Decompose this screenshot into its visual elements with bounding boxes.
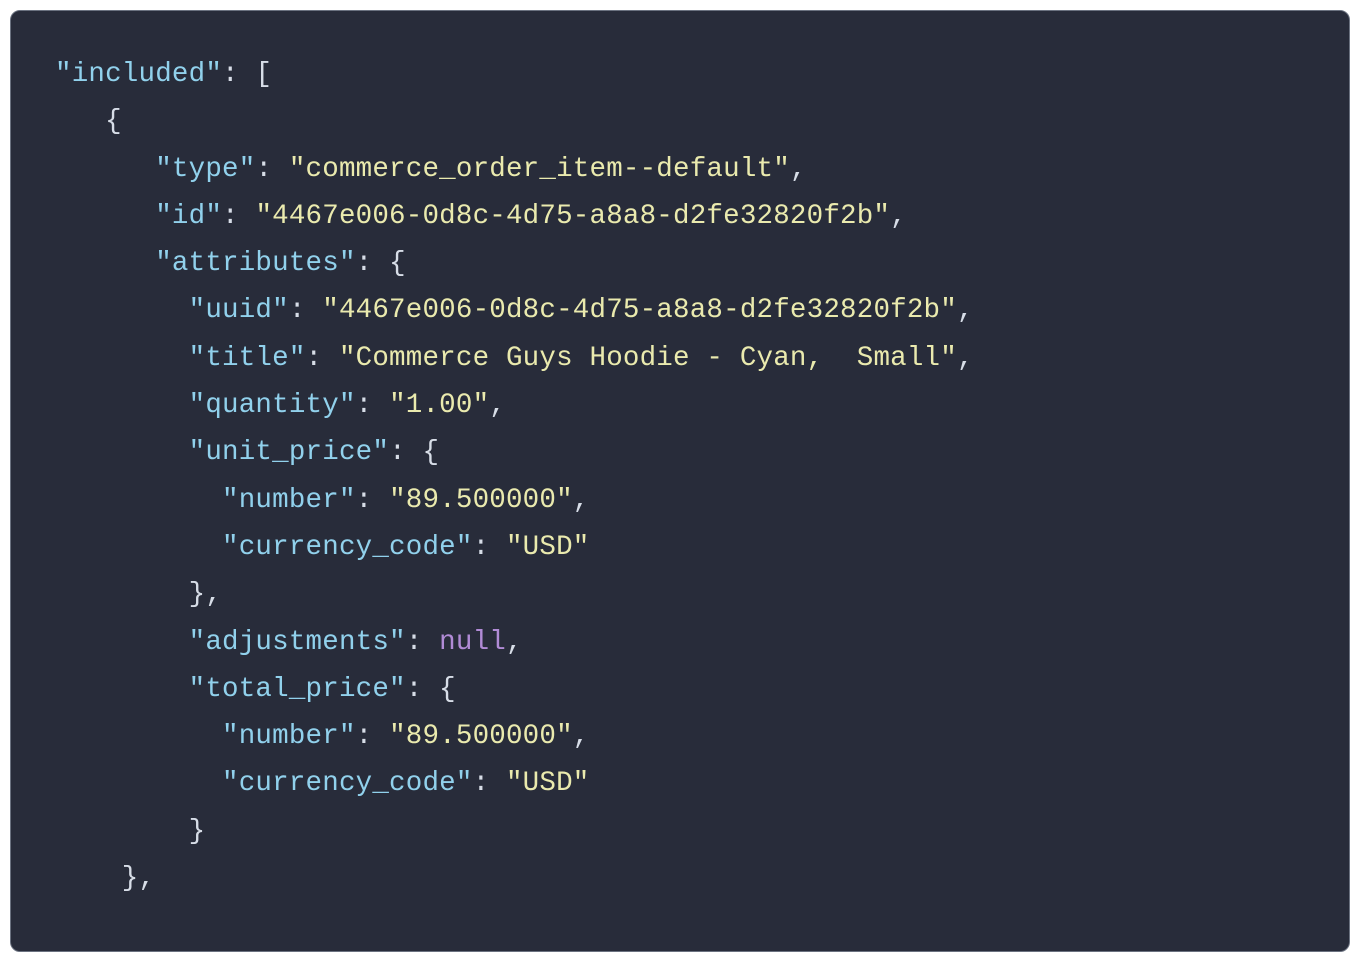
token-key: "title" [189,343,306,374]
token-key: "currency_code" [222,532,473,563]
token-punc: { [422,437,439,468]
token-str: "Commerce Guys Hoodie - Cyan, Small" [339,343,957,374]
token-colon: : [356,721,389,752]
token-colon: : [473,768,506,799]
token-punc: , [489,390,506,421]
token-str: "USD" [506,768,590,799]
token-colon: : [406,674,439,705]
token-key: "type" [155,154,255,185]
token-key: "total_price" [189,674,406,705]
token-punc: [ [255,59,272,90]
token-key: "included" [55,59,222,90]
token-punc: }, [55,863,155,894]
token-punc [55,154,155,185]
token-punc: , [957,343,974,374]
json-code-block[interactable]: "included": [ { "type": "commerce_order_… [55,51,1321,902]
token-colon: : [306,343,339,374]
token-str: "commerce_order_item--default" [289,154,790,185]
token-colon: : [389,437,422,468]
token-key: "currency_code" [222,768,473,799]
token-colon: : [356,390,389,421]
token-punc [55,674,189,705]
token-punc [55,390,189,421]
token-punc [55,768,222,799]
token-str: "USD" [506,532,590,563]
token-punc: }, [55,579,222,610]
token-punc: { [55,106,122,137]
token-punc [55,532,222,563]
token-punc: , [573,721,590,752]
token-punc: , [506,627,523,658]
token-colon: : [406,627,439,658]
token-punc [55,627,189,658]
token-punc [55,721,222,752]
token-punc [55,248,155,279]
token-punc [55,485,222,516]
token-str: "89.500000" [389,485,573,516]
token-punc: { [389,248,406,279]
token-punc: { [439,674,456,705]
token-punc [55,201,155,232]
token-colon: : [222,201,255,232]
token-punc: , [573,485,590,516]
token-null: null [439,627,506,658]
token-colon: : [289,295,322,326]
token-key: "number" [222,485,356,516]
token-str: "89.500000" [389,721,573,752]
token-key: "number" [222,721,356,752]
token-colon: : [255,154,288,185]
token-str: "4467e006-0d8c-4d75-a8a8-d2fe32820f2b" [255,201,890,232]
token-punc: , [790,154,807,185]
token-punc: , [957,295,974,326]
token-colon: : [473,532,506,563]
token-key: "unit_price" [189,437,389,468]
token-key: "id" [155,201,222,232]
token-key: "attributes" [155,248,355,279]
token-key: "uuid" [189,295,289,326]
token-colon: : [356,485,389,516]
token-key: "adjustments" [189,627,406,658]
token-punc: } [55,816,205,847]
token-str: "4467e006-0d8c-4d75-a8a8-d2fe32820f2b" [322,295,957,326]
token-colon: : [356,248,389,279]
token-str: "1.00" [389,390,489,421]
token-punc [55,295,189,326]
token-key: "quantity" [189,390,356,421]
token-colon: : [222,59,255,90]
token-punc [55,343,189,374]
token-punc: , [890,201,907,232]
code-panel: "included": [ { "type": "commerce_order_… [10,10,1350,952]
token-punc [55,437,189,468]
